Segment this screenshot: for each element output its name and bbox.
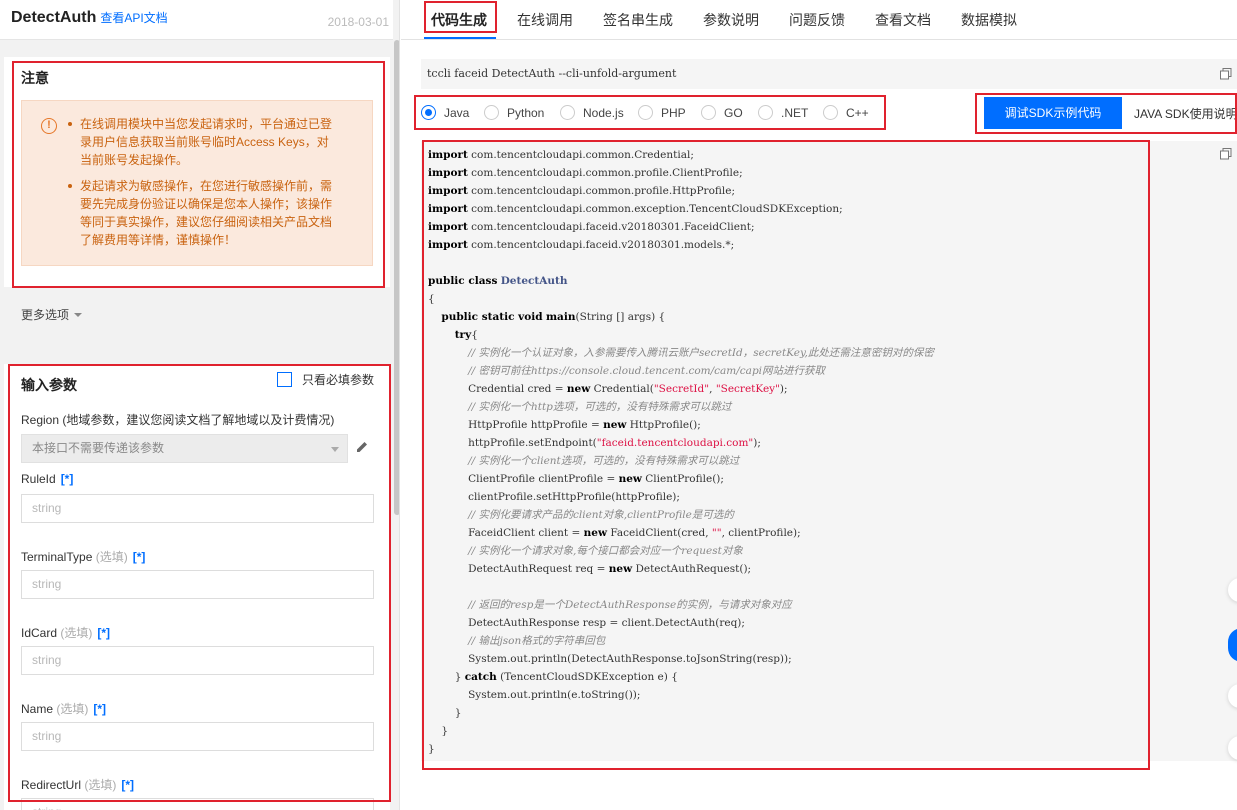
cli-command: tccli faceid DetectAuth --cli-unfold-arg… <box>421 59 1237 89</box>
field-label-idcard: IdCard (选填) [*] <box>21 624 110 641</box>
field-name: RedirectUrl <box>21 778 82 792</box>
api-title: DetectAuth 查看API文档 <box>11 9 168 27</box>
optional-tag: (选填) <box>84 778 117 792</box>
radio-php[interactable] <box>638 105 653 120</box>
left-scrollbar[interactable] <box>394 40 399 810</box>
tab-signature[interactable]: 签名串生成 <box>603 10 673 30</box>
lang-option-dotnet[interactable]: .NET <box>758 105 808 120</box>
tab-code-gen[interactable]: 代码生成 <box>431 10 487 30</box>
lang-option-java[interactable]: Java <box>421 105 469 120</box>
lang-option-python[interactable]: Python <box>484 105 544 120</box>
field-name: RuleId <box>21 472 56 486</box>
api-header: DetectAuth 查看API文档 2018-03-01 <box>0 0 393 40</box>
tab-bar: 代码生成 在线调用 签名串生成 参数说明 问题反馈 查看文档 数据模拟 <box>401 0 1237 40</box>
api-version-date: 2018-03-01 <box>327 15 389 29</box>
right-panel: 代码生成 在线调用 签名串生成 参数说明 问题反馈 查看文档 数据模拟 tccl… <box>401 0 1237 810</box>
terminaltype-input[interactable]: string <box>21 570 374 599</box>
tab-mock-data[interactable]: 数据模拟 <box>961 10 1017 30</box>
idcard-input[interactable]: string <box>21 646 374 675</box>
tab-params-doc[interactable]: 参数说明 <box>703 10 759 30</box>
lang-label: Python <box>507 105 545 120</box>
ruleid-input[interactable]: string <box>21 494 374 523</box>
caret-down-icon <box>74 313 83 317</box>
lang-option-php[interactable]: PHP <box>638 105 686 120</box>
radio-go[interactable] <box>701 105 716 120</box>
lang-option-cpp[interactable]: C++ <box>823 105 869 120</box>
lang-label: GO <box>724 105 743 120</box>
field-name: IdCard <box>21 626 58 640</box>
region-placeholder: 本接口不需要传递该参数 <box>32 441 165 455</box>
tab-feedback[interactable]: 问题反馈 <box>789 10 845 30</box>
radio-java[interactable] <box>421 105 436 120</box>
region-hint: (地域参数，建议您阅读文档了解地域以及计费情况) <box>62 413 335 427</box>
warning-item: 在线调用模块中当您发起请求时，平台通过已登录用户信息获取当前账号临时Access… <box>68 115 332 169</box>
debug-sdk-button[interactable]: 调试SDK示例代码 <box>984 97 1122 129</box>
warning-list: 在线调用模块中当您发起请求时，平台通过已登录用户信息获取当前账号临时Access… <box>68 115 332 257</box>
scrollbar-thumb[interactable] <box>394 40 399 515</box>
active-tab-indicator <box>424 37 496 39</box>
radio-dotnet[interactable] <box>758 105 773 120</box>
radio-nodejs[interactable] <box>560 105 575 120</box>
lang-option-go[interactable]: GO <box>701 105 743 120</box>
params-title: 输入参数 <box>21 377 77 393</box>
select-caret-icon <box>331 447 339 452</box>
notice-section: 注意 ! 在线调用模块中当您发起请求时，平台通过已登录用户信息获取当前账号临时A… <box>4 57 390 287</box>
field-name: TerminalType <box>21 550 93 564</box>
more-options-toggle[interactable]: 更多选项 <box>21 306 83 323</box>
optional-tag: (选填) <box>60 626 93 640</box>
code-text: import com.tencentcloudapi.common.Creden… <box>428 149 934 755</box>
region-name: Region <box>21 413 60 427</box>
required-only-checkbox[interactable] <box>276 372 292 387</box>
left-panel: DetectAuth 查看API文档 2018-03-01 注意 ! 在线调用模块… <box>0 0 400 810</box>
lang-label: Java <box>444 105 470 120</box>
language-selector: Java Python Node.js PHP GO .NET C++ <box>415 95 887 130</box>
required-mark: [*] <box>93 702 107 716</box>
notice-title: 注意 <box>21 70 49 86</box>
copy-icon[interactable] <box>1220 68 1232 80</box>
lang-label: C++ <box>846 105 869 120</box>
tab-view-docs[interactable]: 查看文档 <box>875 10 931 30</box>
warning-item: 发起请求为敏感操作，在您进行敏感操作前，需要先完成身份验证以确保是您本人操作；该… <box>68 177 332 249</box>
required-mark: [*] <box>97 626 111 640</box>
required-only-label: 只看必填参数 <box>301 373 374 387</box>
lang-label: PHP <box>661 105 686 120</box>
lang-option-nodejs[interactable]: Node.js <box>560 105 624 120</box>
api-doc-link[interactable]: 查看API文档 <box>100 11 167 25</box>
required-mark: [*] <box>132 550 146 564</box>
field-label-terminaltype: TerminalType (选填) [*] <box>21 548 145 565</box>
tab-online-call[interactable]: 在线调用 <box>517 10 573 30</box>
code-block: import com.tencentcloudapi.common.Creden… <box>421 141 1237 761</box>
input-params-section: 输入参数 只看必填参数 Region (地域参数，建议您阅读文档了解地域以及计费… <box>4 364 390 810</box>
radio-python[interactable] <box>484 105 499 120</box>
name-input[interactable]: string <box>21 722 374 751</box>
field-label-ruleid: RuleId [*] <box>21 472 73 486</box>
java-sdk-doc-link[interactable]: JAVA SDK使用说明 <box>1134 105 1237 122</box>
optional-tag: (选填) <box>56 702 89 716</box>
radio-cpp[interactable] <box>823 105 838 120</box>
field-label-redirecturl: RedirectUrl (选填) [*] <box>21 776 134 793</box>
required-mark: [*] <box>60 472 74 486</box>
warning-icon: ! <box>41 118 57 134</box>
more-options-label: 更多选项 <box>21 308 70 322</box>
lang-label: Node.js <box>583 105 624 120</box>
copy-code-icon[interactable] <box>1220 148 1232 160</box>
required-only-filter[interactable]: 只看必填参数 <box>276 371 374 388</box>
lang-label: .NET <box>781 105 809 120</box>
warning-box: ! 在线调用模块中当您发起请求时，平台通过已登录用户信息获取当前账号临时Acce… <box>21 100 373 266</box>
field-name: Name <box>21 702 54 716</box>
redirecturl-input[interactable]: string <box>21 798 374 810</box>
region-select[interactable]: 本接口不需要传递该参数 <box>21 434 348 463</box>
region-label: Region (地域参数，建议您阅读文档了解地域以及计费情况) <box>21 411 334 428</box>
field-label-name: Name (选填) [*] <box>21 700 106 717</box>
optional-tag: (选填) <box>95 550 128 564</box>
api-name: DetectAuth <box>11 9 97 26</box>
edit-pencil-icon[interactable] <box>354 439 370 455</box>
required-mark: [*] <box>121 778 135 792</box>
